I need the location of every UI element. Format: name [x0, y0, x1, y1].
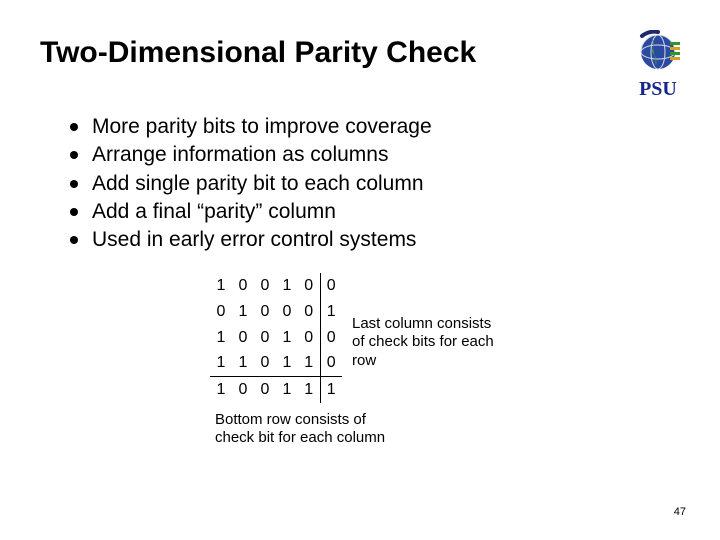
cell: 0: [254, 273, 276, 299]
cell: 0: [298, 273, 320, 299]
slide: Two-Dimensional Parity Check PSU More pa…: [0, 0, 720, 468]
bullet-list: More parity bits to improve coverage Arr…: [70, 113, 680, 255]
header: Two-Dimensional Parity Check PSU: [40, 36, 680, 101]
table-row: 1 0 0 1 1 1: [210, 377, 342, 403]
cell: 1: [298, 351, 320, 377]
list-item: Arrange information as columns: [70, 141, 680, 169]
cell: 1: [210, 325, 232, 351]
cell: 1: [232, 351, 254, 377]
cell: 1: [276, 273, 298, 299]
table-row: 1 0 0 1 0 0: [210, 325, 342, 351]
page-number: 47: [674, 506, 686, 518]
cell: 0: [276, 299, 298, 325]
side-note-line: row: [352, 352, 376, 369]
cell: 0: [254, 351, 276, 377]
globe-icon: [636, 30, 680, 74]
cell: 1: [210, 273, 232, 299]
cell: 0: [298, 299, 320, 325]
cell: 1: [298, 377, 320, 403]
logo-block: PSU: [636, 30, 680, 101]
table-row: 1 1 0 1 1 0: [210, 351, 342, 377]
cell: 0: [320, 351, 342, 377]
cell: 1: [276, 351, 298, 377]
matrix-area: 1 0 0 1 0 0 0 1 0 0 0 1 1 0 0 1 0 0: [210, 273, 680, 403]
bottom-note-line: check bit for each column: [215, 429, 385, 446]
cell: 0: [254, 299, 276, 325]
page-title: Two-Dimensional Parity Check: [40, 36, 476, 70]
table-row: 0 1 0 0 0 1: [210, 299, 342, 325]
cell: 0: [254, 325, 276, 351]
table-row: 1 0 0 1 0 0: [210, 273, 342, 299]
cell: 0: [320, 325, 342, 351]
cell: 0: [298, 325, 320, 351]
side-note-line: Last column consists: [352, 315, 491, 332]
cell: 1: [276, 325, 298, 351]
cell: 0: [210, 299, 232, 325]
cell: 1: [320, 299, 342, 325]
cell: 0: [232, 377, 254, 403]
side-note: Last column consists of check bits for e…: [352, 315, 527, 371]
side-note-line: of check bits for each: [352, 333, 494, 350]
parity-matrix: 1 0 0 1 0 0 0 1 0 0 0 1 1 0 0 1 0 0: [210, 273, 342, 403]
cell: 1: [276, 377, 298, 403]
bottom-note-line: Bottom row consists of: [215, 411, 366, 428]
list-item: Add single parity bit to each column: [70, 170, 680, 198]
cell: 0: [232, 325, 254, 351]
list-item: Add a final “parity” column: [70, 198, 680, 226]
list-item: Used in early error control systems: [70, 226, 680, 254]
cell: 1: [210, 351, 232, 377]
cell: 0: [232, 273, 254, 299]
list-item: More parity bits to improve coverage: [70, 113, 680, 141]
psu-label: PSU: [639, 78, 677, 101]
cell: 1: [320, 377, 342, 403]
bottom-note: Bottom row consists of check bit for eac…: [215, 411, 415, 449]
cell: 1: [210, 377, 232, 403]
cell: 0: [320, 273, 342, 299]
cell: 0: [254, 377, 276, 403]
cell: 1: [232, 299, 254, 325]
